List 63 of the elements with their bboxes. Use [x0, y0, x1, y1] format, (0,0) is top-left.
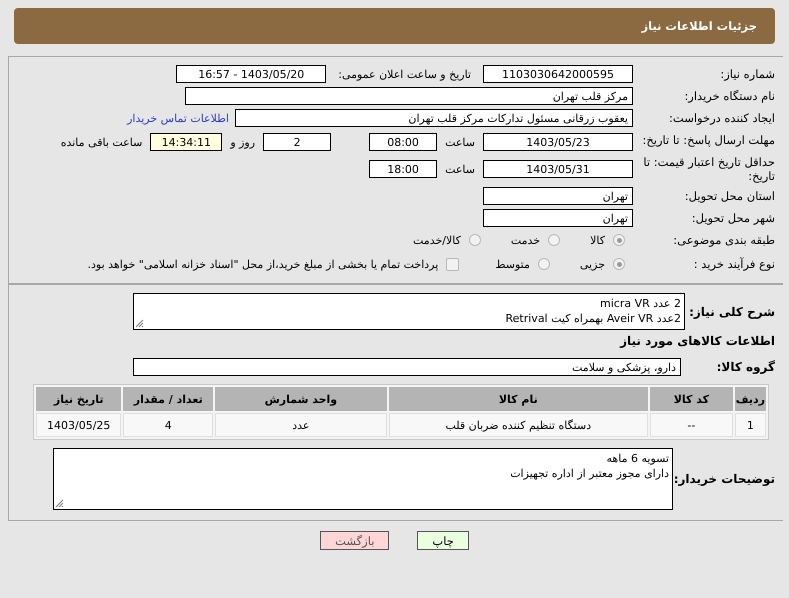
- print-button[interactable]: چاپ: [417, 531, 469, 550]
- field-value: 1403/05/20 - 16:57: [176, 65, 326, 83]
- field-label: مهلت ارسال پاسخ: تا تاریخ:: [641, 133, 776, 147]
- radio-label: جزیی: [580, 258, 605, 270]
- column-header: نام کالا: [388, 387, 648, 411]
- table-cell: 4: [123, 413, 214, 437]
- table-cell: 1: [734, 413, 766, 437]
- field-value: تهران: [483, 187, 633, 205]
- section-heading: اطلاعات کالاهای مورد نیاز: [618, 334, 776, 348]
- column-header: کد کالا: [650, 387, 733, 411]
- column-header: تعداد / مقدار: [123, 387, 214, 411]
- countdown-value: 14:34:11: [150, 133, 222, 151]
- field-value: مرکز قلب تهران: [185, 87, 633, 105]
- field-label: شماره نیاز:: [719, 67, 776, 81]
- resize-grip-icon[interactable]: [55, 499, 64, 508]
- field-value: 1403/05/23: [483, 133, 633, 151]
- description-text-area[interactable]: 2 عدد micra VR 2عدد Aveir VR بهمراه کیت Retrival: [133, 293, 685, 330]
- radio-button[interactable]: [468, 234, 481, 246]
- field-label: گروه کالا:: [716, 360, 776, 374]
- table-cell: عدد: [215, 413, 387, 437]
- field-value: 1403/05/31: [483, 160, 633, 178]
- radio-label: خدمت: [510, 234, 540, 246]
- field-label: حداقل تاریخ اعتبار قیمت: تا تاریخ:: [642, 155, 776, 183]
- field-value: تهران: [483, 209, 633, 227]
- field-label: توضیحات خریدار:: [673, 472, 776, 486]
- checkbox-label: پرداخت تمام یا بخشی از مبلغ خرید،از محل "اسناد خزانه اسلامی" خواهد بود.: [88, 258, 438, 270]
- column-header: ردیف: [734, 387, 766, 411]
- table-cell: --: [650, 413, 733, 437]
- field-label: شهر محل تحویل:: [690, 211, 776, 225]
- field-label: طبقه بندی موضوعی:: [672, 233, 776, 247]
- field-value: 2: [263, 133, 332, 151]
- field-label: ساعت: [444, 162, 476, 176]
- radio-label: کالا: [590, 234, 605, 246]
- field-label: نوع فرآیند خرید :: [692, 257, 776, 271]
- radio-button[interactable]: [538, 258, 550, 270]
- checkbox[interactable]: [446, 258, 460, 270]
- field-label: تاریخ و ساعت اعلان عمومی:: [337, 68, 472, 80]
- field-label: ساعت باقی مانده: [60, 136, 144, 148]
- resize-grip-icon[interactable]: [135, 319, 144, 328]
- column-header: تاریخ نیاز: [36, 387, 122, 411]
- field-label: استان محل تحویل:: [684, 189, 776, 203]
- radio-button[interactable]: [613, 258, 625, 270]
- field-label: نام دستگاه خریدار:: [683, 89, 776, 103]
- buyer-contact-link[interactable]: اطلاعات تماس خریدار: [127, 112, 235, 124]
- field-label: ایجاد کننده درخواست:: [668, 111, 776, 125]
- field-value: 1103030642000595: [483, 65, 633, 83]
- radio-label: متوسط: [495, 258, 530, 270]
- field-label: روز و: [228, 136, 256, 148]
- column-header: واحد شمارش: [215, 387, 387, 411]
- radio-button[interactable]: [548, 234, 560, 246]
- page-title-bar: جزئیات اطلاعات نیاز: [14, 8, 775, 44]
- field-label: ساعت: [444, 136, 476, 148]
- back-button[interactable]: بازگشت: [320, 531, 390, 550]
- field-value: 08:00: [369, 133, 438, 151]
- field-value: دارو، پزشکی و سلامت: [133, 358, 681, 376]
- field-value: یعقوب زرقانی مسئول تدارکات مرکز قلب تهران: [235, 109, 633, 127]
- field-label: شرح کلی نیاز:: [688, 304, 776, 318]
- radio-button[interactable]: [613, 234, 625, 246]
- table-cell: دستگاه تنظیم کننده ضربان قلب: [388, 413, 648, 437]
- radio-label: کالا/خدمت: [413, 234, 461, 246]
- table-cell: 1403/05/25: [36, 413, 122, 437]
- field-value: 18:00: [369, 160, 438, 178]
- notes-text-area[interactable]: تسویه 6 ماهه دارای مجوز معتبر از اداره تجهیزات: [53, 448, 673, 510]
